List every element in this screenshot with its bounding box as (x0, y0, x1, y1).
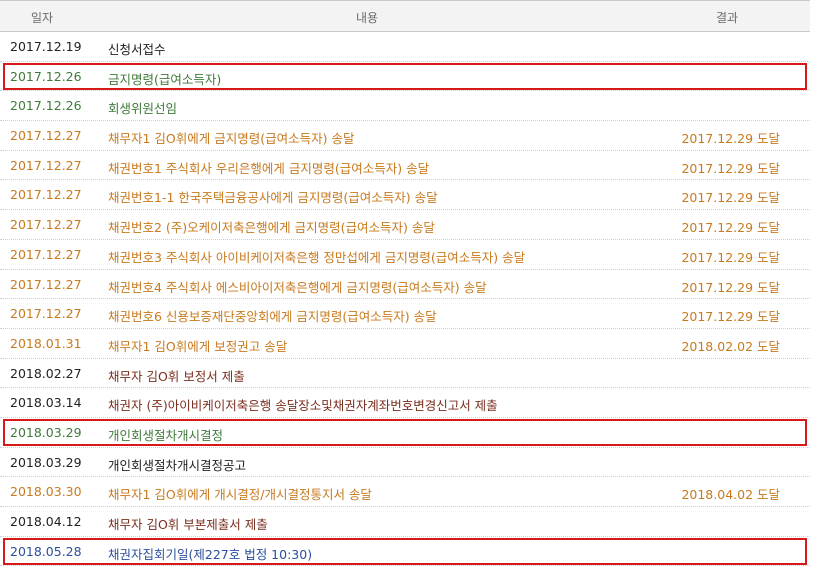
table-row: 2018.03.30 채무자1 김O휘에게 개시결정/개시결정통지서 송달 2018… (0, 477, 810, 507)
table-row: 2017.12.27 채권번호6 신용보증재단중앙회에게 금지명령(급여소득자) … (0, 299, 810, 329)
table-row: 2017.12.19 신청서접수 (0, 32, 810, 62)
row-date: 2018.04.12 (10, 514, 82, 529)
case-progress-table: 일자 내용 결과 2017.12.19 신청서접수 2017.12.26 금지명령(급… (0, 0, 810, 567)
row-content: 회생위원선임 (108, 101, 178, 117)
row-date: 2018.02.27 (10, 365, 82, 381)
table-body: 2017.12.19 신청서접수 2017.12.26 금지명령(급여소득자) 2017… (0, 32, 810, 567)
table-row: 2017.12.27 채권번호4 주식회사 에스비아이저축은행에게 금지명령(급여… (0, 270, 810, 300)
table-row: 2017.12.27 채무자1 김O휘에게 금지명령(급여소득자) 송달 2017.… (0, 121, 810, 151)
table-row: 2018.05.28 채권자집회기일(제227호 법정 10:30) (0, 537, 810, 567)
row-date: 2018.01.31 (10, 335, 82, 351)
header-date: 일자 (31, 11, 54, 25)
row-content: 채권번호3 주식회사 아이비케이저축은행 정만섭에게 금지명령(급여소득자) 송… (108, 249, 526, 265)
table-row: 2017.12.27 채권번호2 (주)오케이저축은행에게 금지명령(급여소득자)… (0, 210, 810, 240)
table-row: 2017.12.27 채권번호3 주식회사 아이비케이저축은행 정만섭에게 금지명… (0, 240, 810, 270)
row-result: 2017.12.29 도달 (681, 131, 780, 147)
row-result: 2018.04.02 도달 (681, 487, 780, 503)
row-content: 개인회생절차개시결정공고 (108, 457, 247, 473)
row-result: 2017.12.29 도달 (681, 190, 780, 206)
table-row: 2018.03.29 개인회생절차개시결정 (0, 418, 810, 448)
row-date: 2017.12.27 (10, 276, 82, 292)
row-date: 2017.12.27 (10, 128, 82, 144)
row-content: 채권번호6 신용보증재단중앙회에게 금지명령(급여소득자) 송달 (108, 309, 437, 325)
row-content: 채무자1 김O휘에게 금지명령(급여소득자) 송달 (108, 131, 355, 147)
table-row: 2018.04.12 채무자 김O휘 부본제출서 제출 (0, 507, 810, 537)
row-date: 2017.12.27 (10, 217, 82, 233)
table-row: 2018.01.31 채무자1 김O휘에게 보정권고 송달 2018.02.02 도… (0, 329, 810, 359)
row-date: 2017.12.27 (10, 157, 82, 173)
table-row: 2017.12.26 회생위원선임 (0, 91, 810, 122)
row-content: 채권번호1 주식회사 우리은행에게 금지명령(급여소득자) 송달 (108, 160, 430, 176)
table-row: 2017.12.27 채권번호1 주식회사 우리은행에게 금지명령(급여소득자) … (0, 151, 810, 181)
row-date: 2017.12.27 (10, 246, 82, 262)
row-date: 2017.12.27 (10, 306, 82, 322)
row-content: 채무자1 김O휘에게 보정권고 송달 (108, 338, 288, 354)
row-content: 신청서접수 (108, 42, 166, 57)
table-row: 2017.12.26 금지명령(급여소득자) (0, 62, 810, 92)
row-result: 2017.12.29 도달 (681, 220, 780, 236)
row-date: 2017.12.19 (10, 39, 82, 54)
row-content: 채무자 김O휘 보정서 제출 (108, 368, 245, 384)
table-header: 일자 내용 결과 (0, 0, 810, 32)
row-content: 채무자 김O휘 부본제출서 제출 (108, 517, 268, 532)
highlight-box (3, 418, 807, 446)
table-row: 2017.12.27 채권번호1-1 한국주택금융공사에게 금지명령(급여소득자)… (0, 180, 810, 211)
row-content: 채권번호4 주식회사 에스비아이저축은행에게 금지명령(급여소득자) 송달 (108, 279, 487, 295)
row-result: 2018.02.02 도달 (681, 338, 780, 354)
row-date: 2018.03.14 (10, 395, 82, 411)
header-result: 결과 (716, 11, 739, 25)
row-result: 2017.12.29 도달 (681, 279, 780, 295)
row-date: 2018.03.29 (10, 454, 82, 470)
header-content: 내용 (356, 11, 379, 25)
table-row: 2018.02.27 채무자 김O휘 보정서 제출 (0, 359, 810, 389)
row-result: 2017.12.29 도달 (681, 309, 780, 325)
row-date: 2018.03.30 (10, 484, 82, 500)
row-date: 2017.12.26 (10, 98, 82, 114)
row-result: 2017.12.29 도달 (681, 160, 780, 176)
highlight-box (3, 537, 807, 565)
row-result: 2017.12.29 도달 (681, 249, 780, 265)
row-date: 2017.12.27 (10, 187, 82, 203)
row-content: 채무자1 김O휘에게 개시결정/개시결정통지서 송달 (108, 487, 372, 503)
row-content: 채권번호1-1 한국주택금융공사에게 금지명령(급여소득자) 송달 (108, 190, 438, 206)
highlight-box (3, 62, 807, 90)
row-content: 채권자 (주)아이비케이저축은행 송달장소및채권자계좌번호변경신고서 제출 (108, 398, 498, 414)
row-content: 채권번호2 (주)오케이저축은행에게 금지명령(급여소득자) 송달 (108, 220, 435, 236)
table-row: 2018.03.29 개인회생절차개시결정공고 (0, 448, 810, 478)
table-row: 2018.03.14 채권자 (주)아이비케이저축은행 송달장소및채권자계좌번호변… (0, 388, 810, 418)
